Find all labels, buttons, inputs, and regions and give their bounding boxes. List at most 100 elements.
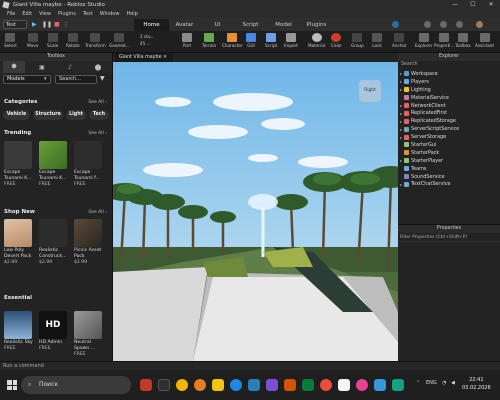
place-selector[interactable]: Test — [3, 20, 27, 29]
menu-help[interactable]: Help — [126, 11, 137, 17]
taskbar-app-1-icon[interactable] — [140, 379, 152, 391]
assistant-toggle[interactable]: Assistant — [475, 33, 494, 48]
properties-toggle[interactable]: Properti... — [434, 33, 454, 48]
tree-item-lighting[interactable]: ▸ Lighting — [398, 86, 500, 94]
app-icon[interactable] — [392, 379, 404, 391]
menu-edit[interactable]: Edit — [22, 11, 32, 17]
tree-item-replicatedstorage[interactable]: ▸ ReplicatedStorage — [398, 117, 500, 125]
volume-icon[interactable]: ◀ — [451, 380, 455, 386]
tab-plugins[interactable]: Plugins — [299, 19, 334, 31]
essential-card-1[interactable]: Realistic Sky FREE — [4, 311, 36, 352]
yandex-browser-icon[interactable] — [194, 379, 206, 391]
app-icon[interactable] — [284, 379, 296, 391]
audio-category-icon[interactable]: ♪ — [59, 64, 81, 71]
essential-card-3[interactable]: Neutral Spawn ... FREE — [74, 311, 106, 358]
part-tool[interactable]: Part — [182, 33, 192, 48]
task-view-icon[interactable] — [158, 379, 170, 391]
lock-tool[interactable]: Lock — [372, 33, 382, 48]
app-icon[interactable] — [302, 379, 314, 391]
tray-overflow-icon[interactable]: ⌃ — [416, 380, 420, 386]
tree-item-starterplayer[interactable]: ▸ StarterPlayer — [398, 157, 500, 165]
menu-view[interactable]: View — [39, 11, 51, 17]
tree-item-workspace[interactable]: ▸ Workspace — [398, 70, 500, 78]
chrome-icon[interactable] — [176, 379, 188, 391]
pause-icon[interactable]: ❚❚ — [42, 21, 52, 28]
chip-vehicle[interactable]: Vehicle — [3, 110, 30, 120]
yandex-icon[interactable] — [338, 379, 350, 391]
view-cube[interactable]: Right — [359, 80, 381, 102]
character-tool[interactable]: Character — [222, 33, 243, 48]
tree-item-startergui[interactable]: StarterGui — [398, 141, 500, 149]
group-tool[interactable]: Group — [351, 33, 364, 48]
command-bar-input[interactable]: Run a command — [0, 361, 500, 370]
move-step-input[interactable]: 2 stu... — [140, 34, 154, 39]
images-category-icon[interactable]: ▣ — [31, 64, 53, 71]
trending-card-2[interactable]: Escape Tsunami K... FREE — [39, 141, 71, 188]
menu-plugins[interactable]: Plugins — [58, 11, 76, 17]
import-tool[interactable]: Import — [284, 33, 298, 48]
place-tab[interactable]: Giant Villa maybe ✕ — [115, 53, 173, 62]
edge-icon[interactable] — [230, 379, 242, 391]
models-category-icon[interactable]: ⬢ — [3, 61, 25, 73]
shop-card-1[interactable]: Low Poly Desert Pack $2.99 — [4, 219, 36, 266]
minimize-button[interactable]: — — [446, 0, 464, 9]
shop-see-all[interactable]: See All › — [88, 210, 107, 215]
script-tool[interactable]: Script — [265, 33, 277, 48]
share-icon[interactable] — [440, 21, 447, 28]
geometry-tool[interactable]: Geomet... — [109, 33, 130, 48]
file-explorer-icon[interactable] — [212, 379, 224, 391]
tree-item-teams[interactable]: Teams — [398, 165, 500, 173]
chip-light[interactable]: Light — [66, 110, 86, 120]
team-create-icon[interactable] — [392, 21, 399, 28]
trending-see-all[interactable]: See All › — [88, 131, 107, 136]
menu-file[interactable]: File — [7, 11, 15, 17]
shop-card-3[interactable]: Picnic Asset Pack $2.99 — [74, 219, 106, 266]
gui-tool[interactable]: GUI — [246, 33, 256, 48]
windows-start-icon[interactable] — [7, 380, 17, 390]
tree-item-networkclient[interactable]: ▸ NetworkClient — [398, 102, 500, 110]
roblox-studio-taskbar-icon[interactable] — [374, 379, 386, 391]
transform-tool[interactable]: Transform — [85, 33, 106, 48]
chip-structure[interactable]: Structure — [33, 110, 63, 120]
app-icon[interactable] — [248, 379, 260, 391]
terrain-tool[interactable]: Terrain — [202, 33, 216, 48]
categories-see-all[interactable]: See All › — [88, 100, 107, 105]
keyboard-language[interactable]: ENG — [426, 380, 437, 386]
tree-item-textchatservice[interactable]: ▸ TextChatService — [398, 180, 500, 188]
color-tool[interactable]: Color — [331, 33, 342, 48]
menu-window[interactable]: Window — [100, 11, 120, 17]
maximize-button[interactable]: ☐ — [464, 0, 482, 9]
tab-model[interactable]: Model — [266, 19, 301, 31]
shop-card-2[interactable]: Realistic Construck... $2.99 — [39, 219, 71, 266]
trending-card-3[interactable]: Escape Tsunami f... FREE — [74, 141, 106, 188]
tab-ui[interactable]: UI — [200, 19, 235, 31]
tree-item-serverscriptservice[interactable]: ▸ ServerScriptService — [398, 125, 500, 133]
tree-item-replicatedfirst[interactable]: ▸ ReplicatedFirst — [398, 109, 500, 117]
toolbox-toggle[interactable]: Toolbox — [455, 33, 471, 48]
explorer-toggle[interactable]: Explorer — [415, 33, 432, 48]
chip-tech[interactable]: Tech — [89, 110, 109, 120]
app-icon[interactable] — [320, 379, 332, 391]
tree-item-soundservice[interactable]: SoundService — [398, 173, 500, 181]
filter-icon[interactable]: ▼ — [100, 75, 105, 82]
trending-card-1[interactable]: Escape Tsunami K... FREE — [4, 141, 36, 188]
notifications-icon[interactable] — [424, 21, 431, 28]
scale-tool[interactable]: Scale — [47, 33, 58, 48]
rotate-tool[interactable]: Rotate — [66, 33, 80, 48]
explorer-search[interactable]: Search — [398, 61, 500, 70]
location-category-icon[interactable]: ⬤ — [87, 64, 109, 71]
move-tool[interactable]: Move — [27, 33, 38, 48]
toolbox-search-input[interactable]: Search... — [55, 75, 97, 84]
taskbar-search-input[interactable]: Поиск — [21, 376, 131, 394]
play-icon[interactable]: ▶ — [32, 21, 37, 28]
system-clock[interactable]: 22:41 03.02.2026 — [462, 376, 491, 392]
discord-icon[interactable] — [266, 379, 278, 391]
essential-card-2[interactable]: HD HD Admin FREE — [39, 311, 71, 352]
help-icon[interactable] — [456, 21, 463, 28]
wifi-icon[interactable]: ◔ — [442, 380, 446, 386]
tree-item-starterpack[interactable]: StarterPack — [398, 149, 500, 157]
menu-test[interactable]: Test — [83, 11, 93, 17]
tab-home[interactable]: Home — [134, 19, 169, 31]
stop-icon[interactable]: ■ — [54, 21, 60, 28]
tab-avatar[interactable]: Avatar — [167, 19, 202, 31]
